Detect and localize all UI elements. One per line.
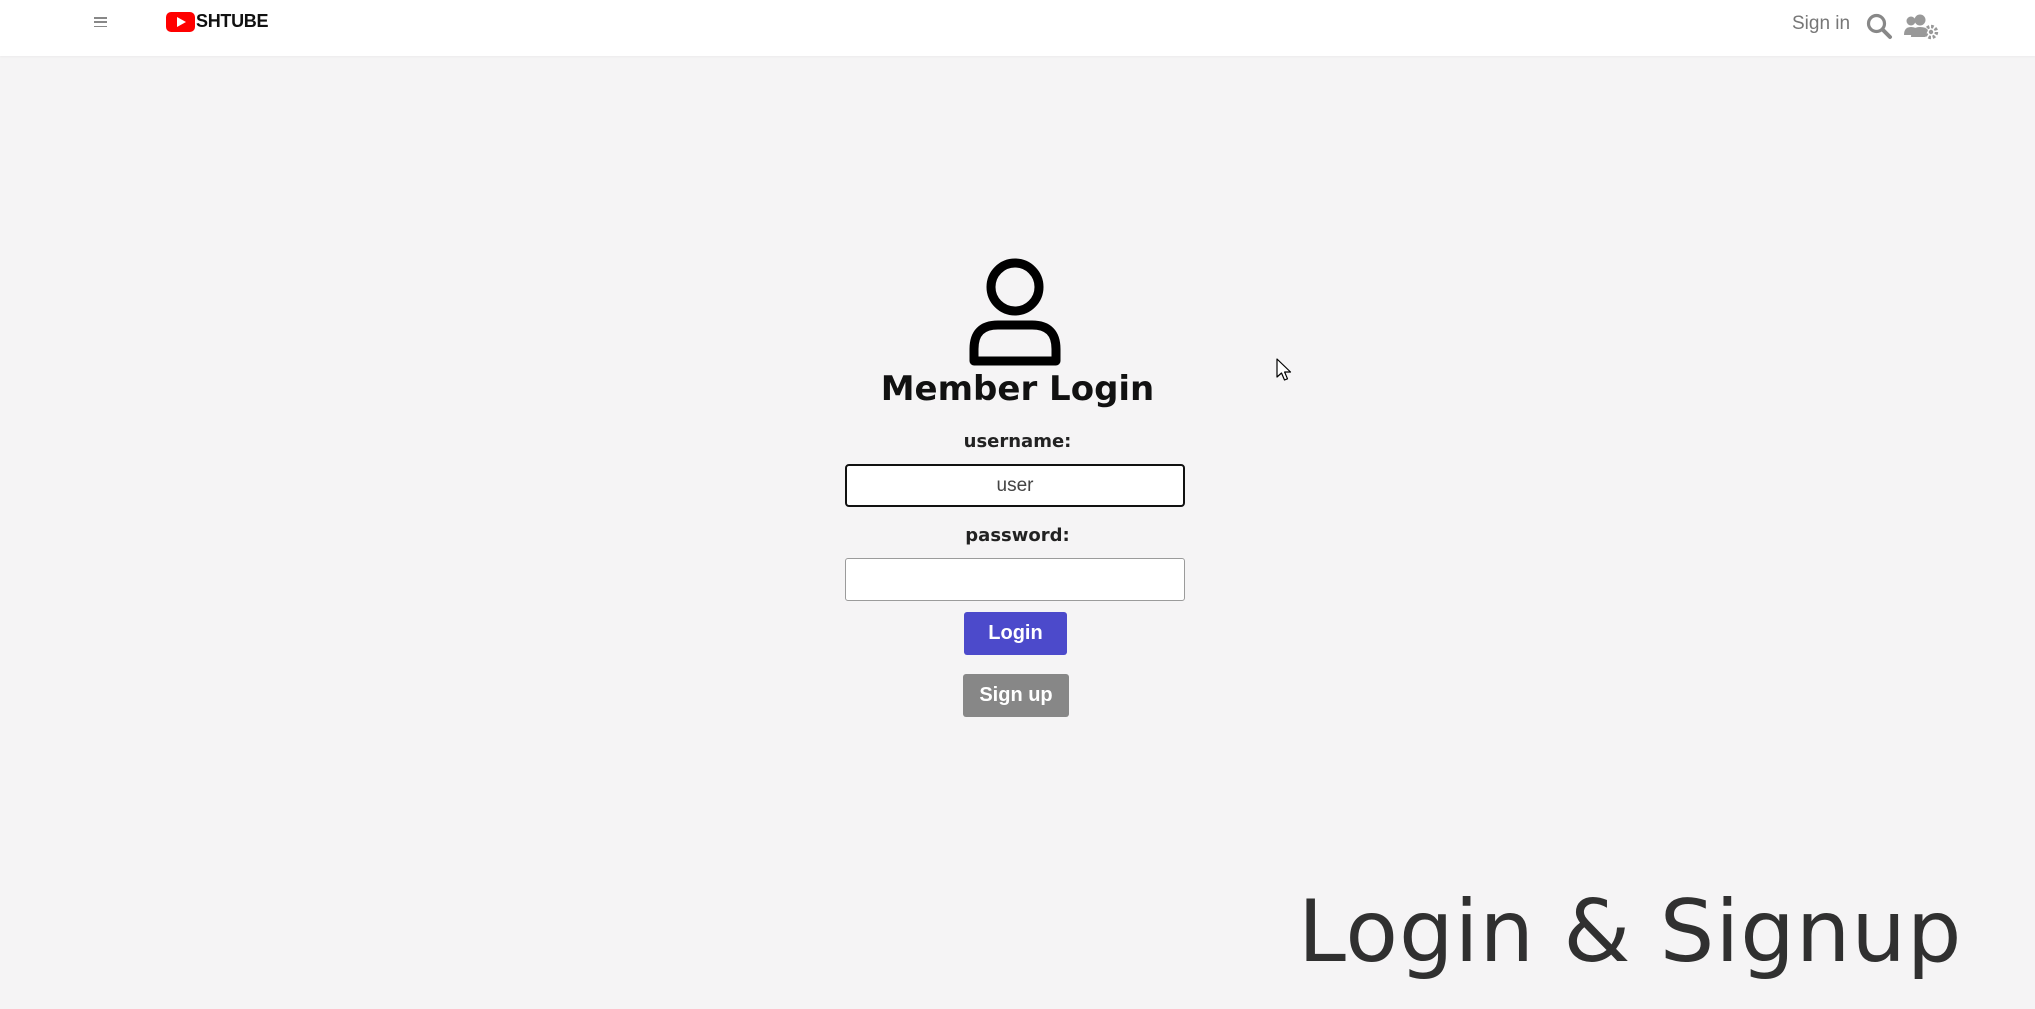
hamburger-menu-icon[interactable] bbox=[94, 16, 108, 27]
mouse-cursor-icon bbox=[1276, 358, 1294, 382]
search-icon[interactable] bbox=[1865, 12, 1893, 40]
login-button[interactable]: Login bbox=[964, 612, 1067, 655]
users-gear-icon[interactable] bbox=[1903, 12, 1939, 40]
sign-up-button[interactable]: Sign up bbox=[963, 674, 1069, 717]
password-label: password: bbox=[965, 525, 1070, 546]
top-nav-bar: SHTUBE Sign in bbox=[0, 0, 2035, 56]
username-label: username: bbox=[963, 431, 1072, 452]
user-avatar-icon bbox=[966, 255, 1064, 367]
play-logo-icon bbox=[166, 11, 195, 32]
logo-text: SHTUBE bbox=[196, 11, 269, 31]
video-caption: Login & Signup bbox=[1298, 882, 1963, 982]
password-input[interactable] bbox=[845, 558, 1185, 601]
sign-in-link[interactable]: Sign in bbox=[1792, 13, 1850, 35]
username-input[interactable] bbox=[845, 464, 1185, 507]
site-logo[interactable]: SHTUBE bbox=[166, 11, 269, 32]
login-title: Member Login bbox=[880, 369, 1155, 409]
